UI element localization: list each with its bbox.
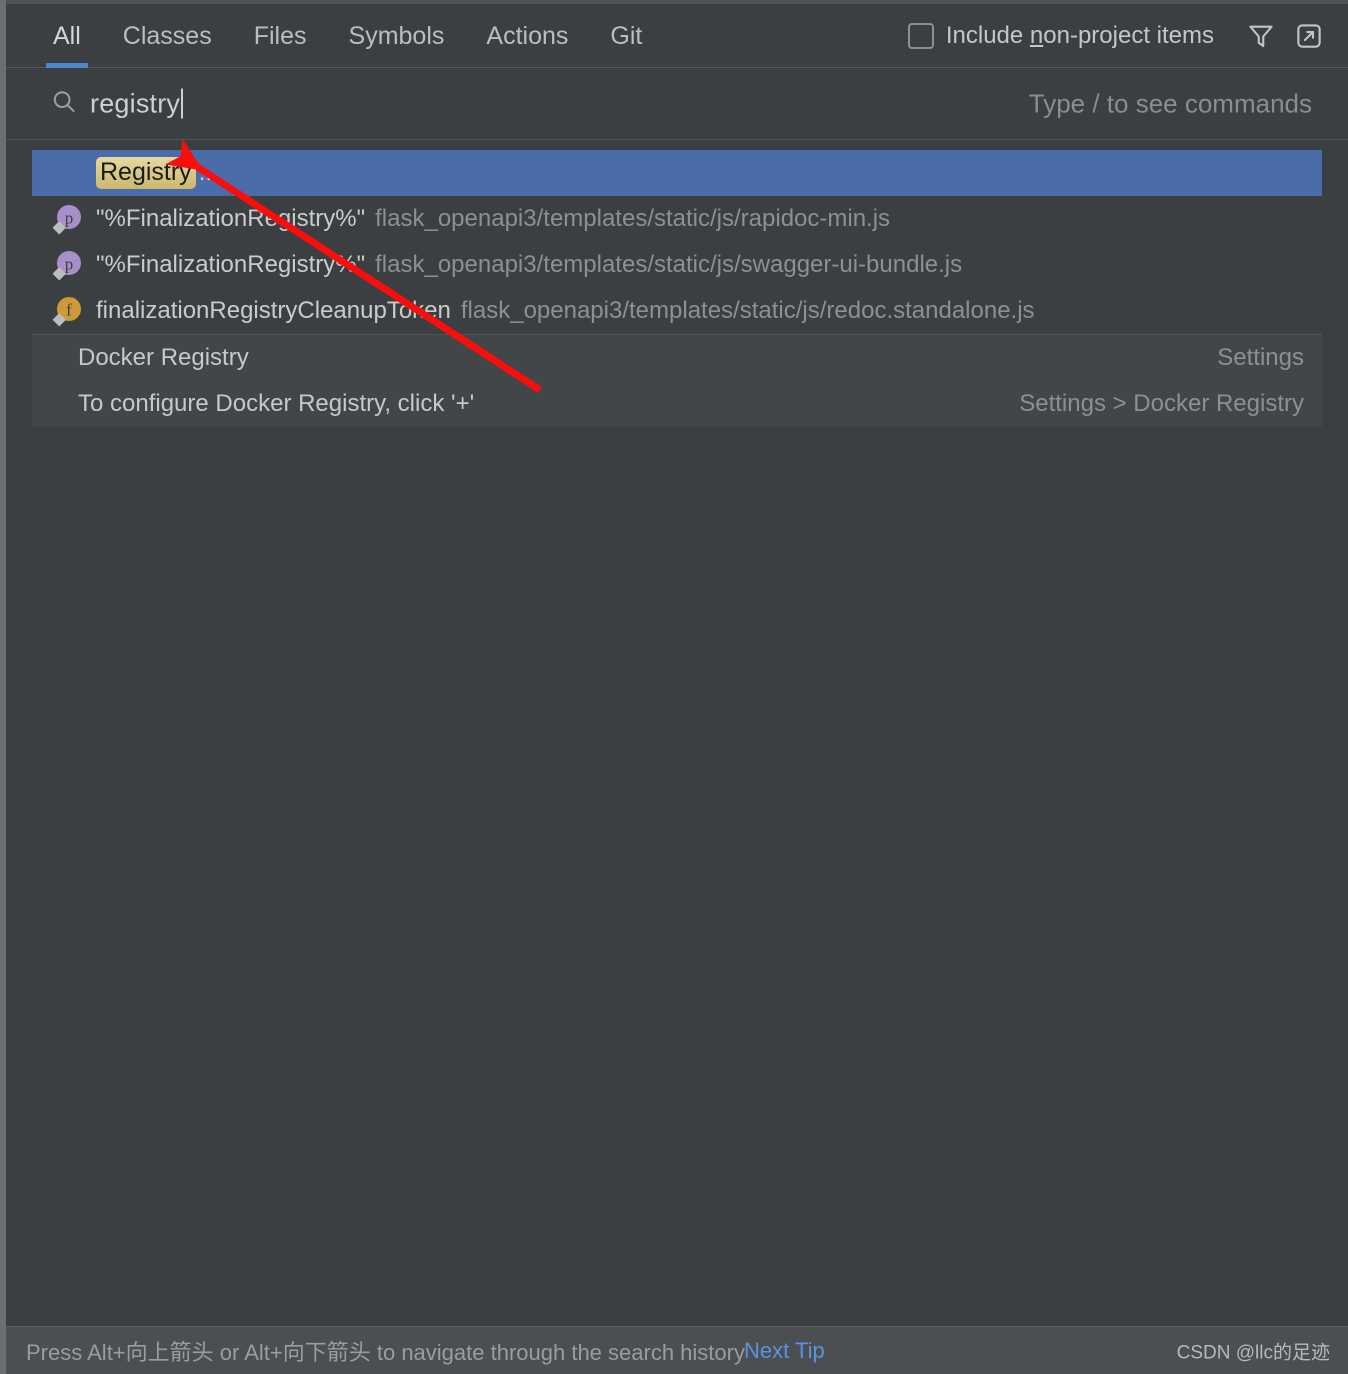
tab-symbols[interactable]: Symbols — [328, 4, 466, 68]
result-row-finalization-registry-swagger[interactable]: p "%FinalizationRegistry%" flask_openapi… — [32, 242, 1322, 288]
result-row-registry[interactable]: Registry ... — [32, 150, 1322, 196]
settings-row-configure-docker-registry[interactable]: To configure Docker Registry, click '+' … — [32, 381, 1322, 427]
footer-tip-text: Press Alt+向上箭头 or Alt+向下箭头 to navigate t… — [26, 1335, 745, 1367]
open-in-new-window-icon[interactable] — [1288, 15, 1330, 57]
property-icon: p — [50, 248, 96, 282]
include-non-project-items-checkbox[interactable]: Include non-project items — [908, 22, 1214, 50]
popup-header: All Classes Files Symbols Actions Git In… — [6, 4, 1348, 68]
tab-git-label: Git — [610, 22, 642, 51]
result-row-finalization-registry-rapidoc[interactable]: p "%FinalizationRegistry%" flask_openapi… — [32, 196, 1322, 242]
result-row-suffix: ... — [199, 159, 219, 187]
results-list: Registry ... p "%FinalizationRegistry%" … — [32, 150, 1322, 334]
search-hint-text: Type / to see commands — [1029, 88, 1312, 119]
next-tip-link[interactable]: Next Tip — [744, 1338, 825, 1364]
footer-bar: Press Alt+向上箭头 or Alt+向下箭头 to navigate t… — [6, 1326, 1348, 1374]
tab-actions-label: Actions — [486, 22, 568, 51]
popup-left-border — [0, 0, 6, 1374]
tab-classes[interactable]: Classes — [102, 4, 233, 68]
chk-label-after: on-project items — [1043, 22, 1214, 49]
tab-actions[interactable]: Actions — [465, 4, 589, 68]
match-highlight: Registry — [96, 157, 196, 189]
tab-files[interactable]: Files — [233, 4, 328, 68]
tab-files-label: Files — [254, 22, 307, 51]
settings-results-group: Docker Registry Settings To configure Do… — [32, 334, 1322, 427]
header-controls: Include non-project items — [908, 4, 1330, 68]
search-icon — [50, 87, 78, 120]
chk-label-mnemonic: n — [1030, 22, 1043, 49]
search-input-value: registry — [90, 88, 180, 119]
result-sub-path: flask_openapi3/templates/static/js/swagg… — [375, 251, 962, 279]
result-row-finalization-registry-cleanup-token[interactable]: f finalizationRegistryCleanupToken flask… — [32, 288, 1322, 334]
text-caret — [181, 89, 183, 119]
settings-row-location: Settings — [1217, 344, 1304, 372]
tab-all[interactable]: All — [32, 4, 102, 68]
svg-text:f: f — [66, 301, 72, 320]
checkbox-box[interactable] — [908, 23, 934, 49]
tab-bar: All Classes Files Symbols Actions Git — [32, 4, 663, 68]
result-main-text: finalizationRegistryCleanupToken — [96, 297, 451, 325]
search-field-row[interactable]: registry Type / to see commands — [6, 68, 1348, 140]
result-main-text: "%FinalizationRegistry%" — [96, 205, 365, 233]
filter-funnel-icon[interactable] — [1240, 15, 1282, 57]
svg-text:p: p — [65, 209, 74, 228]
search-input[interactable]: registry — [90, 88, 183, 119]
settings-row-title: Docker Registry — [78, 344, 249, 372]
field-icon: f — [50, 294, 96, 328]
result-sub-path: flask_openapi3/templates/static/js/rapid… — [375, 205, 890, 233]
search-everywhere-popup: All Classes Files Symbols Actions Git In… — [0, 0, 1348, 1374]
settings-row-location: Settings > Docker Registry — [1019, 390, 1304, 418]
tab-symbols-label: Symbols — [349, 22, 445, 51]
svg-text:p: p — [65, 255, 74, 274]
result-sub-path: flask_openapi3/templates/static/js/redoc… — [461, 297, 1035, 325]
settings-row-title: To configure Docker Registry, click '+' — [78, 390, 474, 418]
chk-label-before: Include — [946, 22, 1030, 49]
tab-git[interactable]: Git — [589, 4, 663, 68]
tab-all-label: All — [53, 22, 81, 51]
include-non-project-items-label: Include non-project items — [946, 22, 1214, 50]
result-main-text: "%FinalizationRegistry%" — [96, 251, 365, 279]
tab-classes-label: Classes — [123, 22, 212, 51]
property-icon: p — [50, 202, 96, 236]
watermark-text: CSDN @llc的足迹 — [1177, 1337, 1330, 1364]
settings-row-docker-registry[interactable]: Docker Registry Settings — [32, 335, 1322, 381]
